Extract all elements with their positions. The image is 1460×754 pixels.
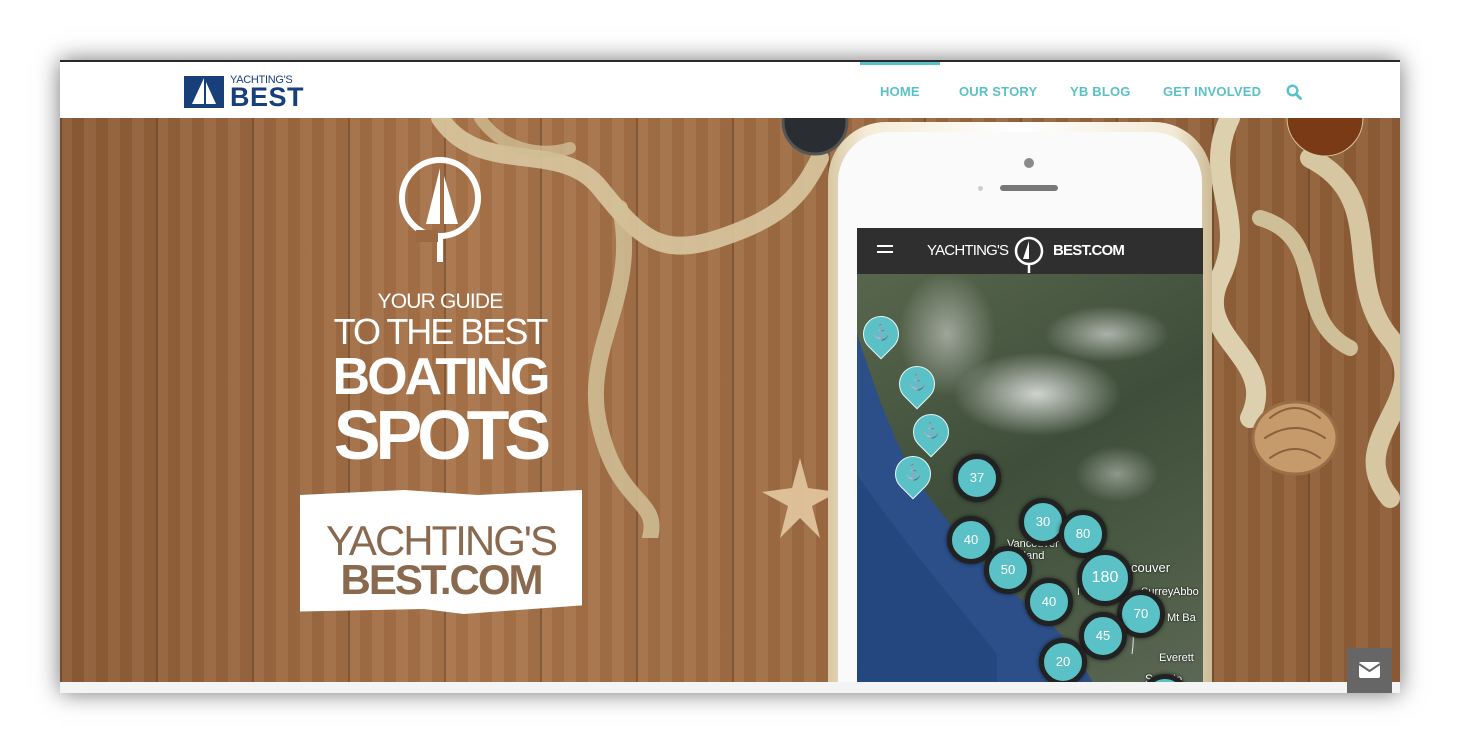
phone-sensor — [978, 186, 983, 191]
browser-window: YACHTING'S BEST HOME OUR STORY YB BLOG G… — [60, 60, 1400, 693]
map-label: Mt Ba — [1167, 612, 1196, 624]
phone-screen: YACHTING'S BEST.COM ⚓ ⚓ ⚓ ⚓ Island couve… — [857, 228, 1203, 682]
anchor-icon: ⚓ — [871, 324, 892, 342]
phone-camera — [1024, 158, 1034, 168]
app-logo-right: BEST.COM — [1053, 242, 1125, 259]
cluster-marker[interactable]: 40 — [1025, 578, 1073, 626]
menu-icon[interactable] — [877, 245, 893, 257]
sail-logo-icon — [184, 76, 224, 108]
phone-mockup: YACHTING'S BEST.COM ⚓ ⚓ ⚓ ⚓ Island couve… — [828, 122, 1212, 682]
phone-face: YACHTING'S BEST.COM ⚓ ⚓ ⚓ ⚓ Island couve… — [838, 132, 1203, 682]
badge-text-line-2: BEST.COM — [340, 556, 543, 603]
hero-line-4: SPOTS — [333, 396, 551, 474]
anchor-icon: ⚓ — [921, 422, 942, 440]
app-header: YACHTING'S BEST.COM — [857, 228, 1203, 274]
map-label: couver — [1131, 560, 1171, 575]
contact-button[interactable] — [1347, 648, 1392, 693]
app-compass-logo-icon — [1014, 236, 1044, 273]
hero-line-2: TO THE BEST — [333, 311, 549, 352]
logo-text-big: BEST — [230, 82, 305, 112]
map-label: Abbo — [1173, 586, 1199, 598]
hero-copy: YOUR GUIDE TO THE BEST BOATING SPOTS YAC… — [300, 118, 582, 678]
cluster-marker[interactable]: 37 — [953, 454, 1001, 502]
cluster-marker[interactable]: 20 — [1039, 638, 1087, 682]
nav-yb-blog[interactable]: YB BLOG — [1070, 62, 1131, 118]
cluster-marker[interactable]: 50 — [984, 546, 1032, 594]
coiled-rope-decoration — [1203, 118, 1400, 508]
map-view[interactable]: ⚓ ⚓ ⚓ ⚓ ⚓ Vancouver Island couver Abbo S… — [857, 274, 1203, 682]
anchor-icon: ⚓ — [903, 464, 924, 482]
page-bottom-strip — [60, 682, 1400, 693]
phone-speaker — [1000, 185, 1058, 191]
site-header: YACHTING'S BEST HOME OUR STORY YB BLOG G… — [60, 62, 1400, 118]
app-logo-left: YACHTING'S — [927, 242, 1009, 259]
nav-get-involved[interactable]: GET INVOLVED — [1163, 62, 1261, 118]
nav-home[interactable]: HOME — [860, 62, 940, 118]
hero-banner: YOUR GUIDE TO THE BEST BOATING SPOTS YAC… — [60, 118, 1400, 682]
search-icon[interactable] — [1286, 84, 1302, 100]
compass-pin-logo-icon — [399, 157, 481, 262]
map-label: Everett — [1159, 652, 1194, 664]
cluster-marker[interactable]: 45 — [1079, 612, 1127, 660]
envelope-icon — [1359, 662, 1380, 678]
anchor-icon: ⚓ — [907, 374, 928, 392]
nav-our-story[interactable]: OUR STORY — [959, 62, 1037, 118]
site-logo[interactable]: YACHTING'S BEST — [184, 74, 308, 112]
